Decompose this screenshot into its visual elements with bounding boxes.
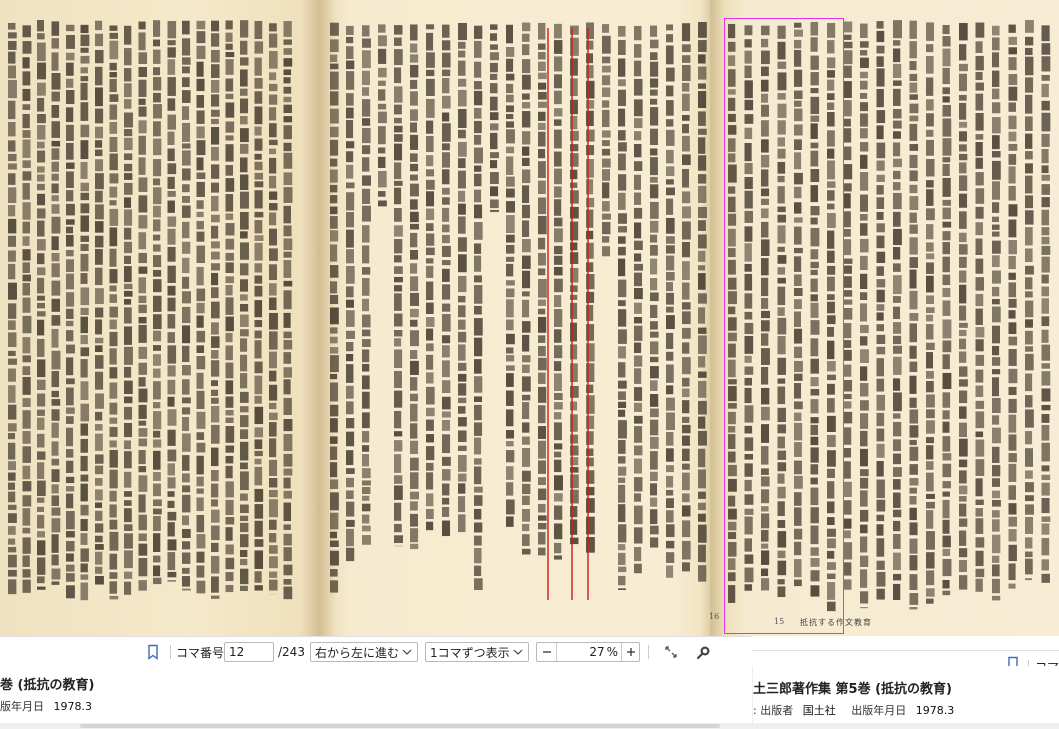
page-number-16: 16 <box>709 612 720 621</box>
direction-value: 右から左に進む <box>315 645 400 660</box>
book-title: 巻 (抵抗の教育) <box>0 678 95 693</box>
publisher-label: : 出版者 <box>753 704 794 717</box>
scanned-page-viewer[interactable]: 16 15 抵抗する作文教育 <box>0 0 1059 636</box>
scrollbar-thumb[interactable] <box>80 724 720 728</box>
book-info-left: 巻 (抵抗の教育) 版年月日 1978.3 <box>0 666 752 729</box>
publish-date-value: 1978.3 <box>915 704 955 717</box>
frame-number-label: コマ番号 <box>176 645 225 660</box>
bookmark-icon <box>148 644 158 660</box>
fullscreen-icon <box>665 646 677 658</box>
viewer-toolbar: コマ番号 12 /243 右から左に進む 1コマずつ表示 27 % <box>0 636 752 666</box>
frame-number-value: 12 <box>229 645 245 659</box>
display-mode-value: 1コマずつ表示 <box>430 645 510 660</box>
zoom-in-button[interactable] <box>621 643 639 661</box>
direction-select[interactable]: 右から左に進む <box>310 642 418 662</box>
minus-icon <box>542 651 551 653</box>
zoom-out-button[interactable] <box>537 643 557 661</box>
display-mode-select[interactable]: 1コマずつ表示 <box>425 642 529 662</box>
chevron-down-icon <box>401 646 413 658</box>
fullscreen-button[interactable] <box>664 642 678 662</box>
secondary-toolbar: コマ <box>752 636 1059 680</box>
toolbar-divider <box>170 645 171 659</box>
zoom-unit: % <box>606 645 618 659</box>
book-title: 土三郎著作集 第5巻 (抵抗の教育) <box>753 682 952 697</box>
publish-date-value: 1978.3 <box>53 700 93 713</box>
publisher-value: 国土社 <box>802 704 836 717</box>
chevron-down-icon <box>512 646 524 658</box>
bookmark-button[interactable] <box>146 642 160 662</box>
search-button[interactable] <box>696 642 712 662</box>
zoom-value[interactable]: 27 <box>557 645 607 659</box>
vertical-text-columns <box>8 20 1051 612</box>
toolbar-divider <box>648 645 649 659</box>
publish-date-label: 版年月日 <box>0 700 44 713</box>
search-icon <box>696 646 710 660</box>
plus-icon <box>626 648 635 656</box>
frame-number-input[interactable]: 12 <box>224 642 274 662</box>
publish-date-label: 出版年月日 <box>851 704 907 717</box>
highlight-box <box>724 18 844 634</box>
zoom-control: 27 % <box>536 642 640 662</box>
book-info-right: 土三郎著作集 第5巻 (抵抗の教育) : 出版者 国土社 出版年月日 1978.… <box>752 666 1059 729</box>
frame-total: /243 <box>278 645 305 659</box>
